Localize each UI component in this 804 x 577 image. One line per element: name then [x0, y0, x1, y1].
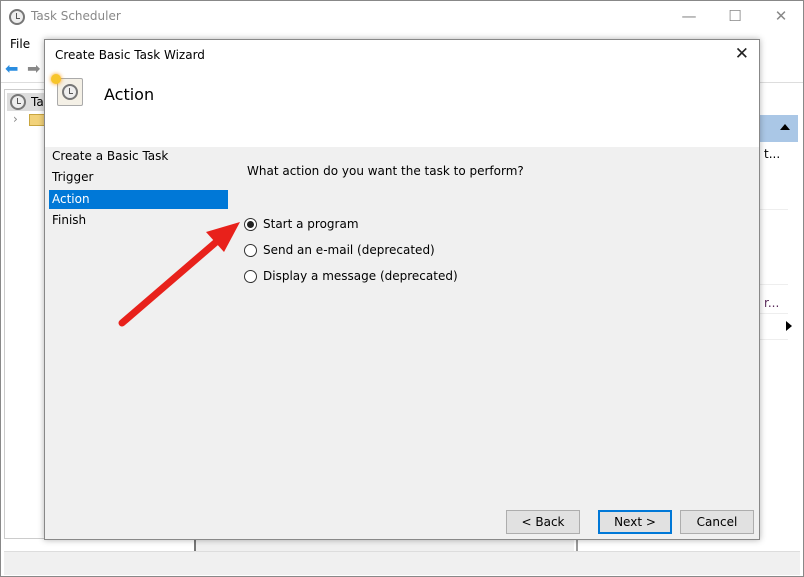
folder-icon: [29, 114, 45, 126]
minimize-button[interactable]: —: [679, 7, 699, 25]
new-star-icon: [51, 74, 61, 84]
action-question: What action do you want the task to perf…: [247, 164, 524, 178]
dialog-title: Create Basic Task Wizard: [55, 48, 205, 62]
maximize-button[interactable]: ☐: [725, 7, 745, 25]
radio-start-program[interactable]: Start a program: [244, 217, 359, 231]
submenu-arrow-icon[interactable]: [786, 321, 792, 331]
wizard-header: Create Basic Task Wizard ✕ Action: [45, 40, 759, 147]
close-dialog-button[interactable]: ✕: [735, 44, 749, 64]
nav-create-basic-task: Create a Basic Task: [52, 149, 169, 163]
menu-file[interactable]: File: [10, 37, 30, 51]
cancel-button[interactable]: Cancel: [680, 510, 754, 534]
back-arrow-icon[interactable]: ⬅: [5, 59, 18, 78]
nav-action: Action: [49, 190, 228, 209]
tree-item-root[interactable]: Task Scheduler: [7, 93, 47, 111]
nav-trigger: Trigger: [52, 170, 94, 184]
clock-icon: [10, 94, 26, 110]
action-item[interactable]: r...: [764, 296, 779, 310]
window-title: Task Scheduler: [31, 9, 121, 23]
option-label: Send an e-mail (deprecated): [263, 243, 435, 257]
create-basic-task-wizard: Create Basic Task Wizard ✕ Action Create…: [44, 39, 760, 540]
task-wizard-icon: [57, 78, 83, 106]
action-item[interactable]: t...: [764, 147, 780, 161]
back-button[interactable]: < Back: [506, 510, 580, 534]
option-label: Display a message (deprecated): [263, 269, 458, 283]
title-bar: Task Scheduler — ☐ ✕: [1, 1, 803, 33]
radio-send-email[interactable]: Send an e-mail (deprecated): [244, 243, 435, 257]
close-window-button[interactable]: ✕: [771, 7, 791, 25]
expand-chevron-icon[interactable]: ›: [13, 112, 18, 126]
clock-icon: [62, 84, 78, 100]
radio-display-message[interactable]: Display a message (deprecated): [244, 269, 458, 283]
next-button[interactable]: Next >: [598, 510, 672, 534]
collapse-icon: [780, 124, 790, 130]
option-label: Start a program: [263, 217, 359, 231]
page-heading: Action: [104, 85, 155, 104]
nav-finish: Finish: [52, 213, 87, 227]
clock-icon: [9, 9, 25, 25]
forward-arrow-icon[interactable]: ➡: [27, 59, 40, 78]
status-bar: [4, 551, 800, 575]
